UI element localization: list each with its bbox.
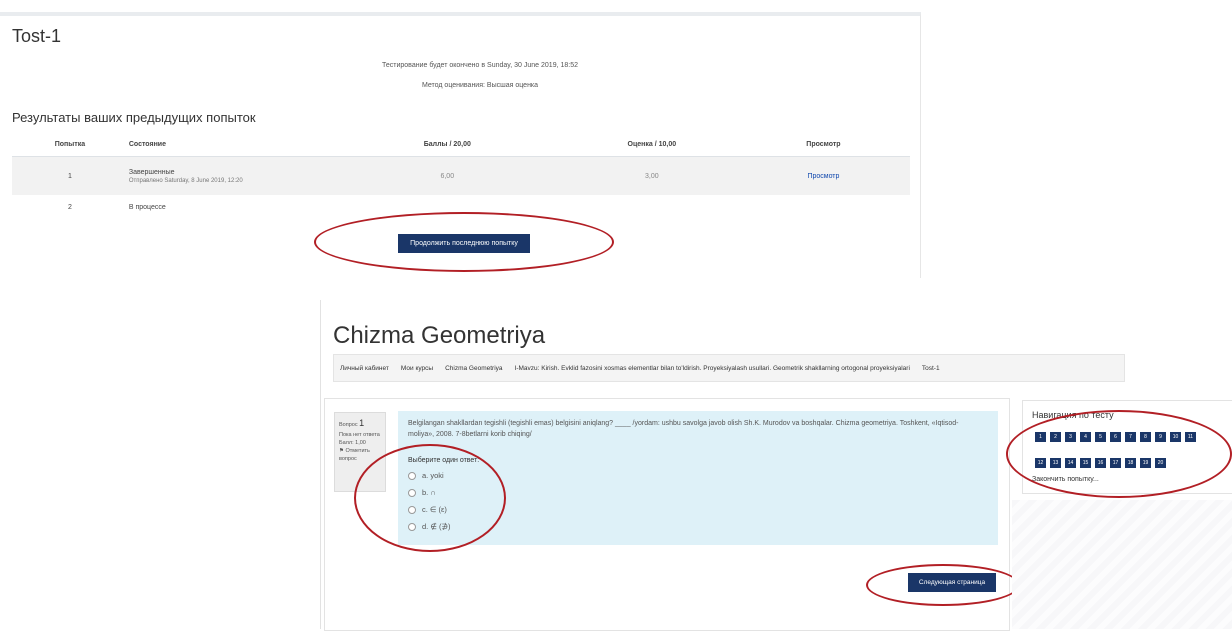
column-header-review: Просмотр <box>736 132 910 157</box>
column-header-grade: Оценка / 10,00 <box>566 132 737 157</box>
question-mark: Балл: 1,00 <box>339 439 366 446</box>
quiz-title: Tost-1 <box>12 26 62 46</box>
attempt-marks: 6,00 <box>327 156 567 195</box>
attempt-grade: 3,00 <box>566 156 737 195</box>
breadcrumb-dashboard[interactable]: Личный кабинет <box>334 365 395 372</box>
highlight-oval-continue <box>314 212 614 272</box>
course-title: Chizma Geometriya <box>333 322 546 349</box>
decorative-pattern <box>1012 500 1232 629</box>
attempt-state: Завершенные <box>128 168 175 176</box>
attempt-number: 1 <box>12 156 128 195</box>
highlight-oval-options <box>354 444 506 552</box>
question-text: Belgilangan shakllardan tegishli (tegish… <box>408 420 959 439</box>
question-status: Пока нет ответа <box>339 431 380 438</box>
grading-method-note: Метод оценивания: Высшая оценка <box>421 82 539 89</box>
attempt-number: 2 <box>67 203 72 211</box>
attempt-state: В процессе <box>128 203 166 211</box>
breadcrumb-my-courses[interactable]: Мои курсы <box>395 365 439 372</box>
breadcrumb-quiz[interactable]: Tost-1 <box>916 365 946 372</box>
question-label: Вопрос <box>339 422 358 428</box>
column-header-state: Состояние <box>127 132 328 157</box>
column-header-marks: Баллы / 20,00 <box>327 132 567 157</box>
quiz-close-note: Тестирование будет окончено в Sunday, 30… <box>382 62 578 69</box>
breadcrumb: Личный кабинет Мои курсы Chizma Geometri… <box>333 354 1125 382</box>
table-row: 1 Завершенные Отправлено Saturday, 8 Jun… <box>12 156 910 195</box>
review-link[interactable]: Просмотр <box>736 156 910 195</box>
breadcrumb-course[interactable]: Chizma Geometriya <box>439 365 508 372</box>
flag-question-label: Отметить вопрос <box>339 448 370 463</box>
breadcrumb-topic[interactable]: I-Mavzu: Kirish. Evklid fazosini xosmas … <box>509 365 916 372</box>
attempts-heading: Результаты ваших предыдущих попыток <box>12 110 256 125</box>
column-header-attempt: Попытка <box>12 132 128 157</box>
flag-icon: ⚑ <box>339 448 344 454</box>
question-number: 1 <box>359 418 365 428</box>
attempts-table: Попытка Состояние Баллы / 20,00 Оценка /… <box>12 132 910 219</box>
highlight-oval-next <box>866 564 1020 606</box>
attempt-submitted-date: Отправлено Saturday, 8 June 2019, 12:20 <box>128 177 243 184</box>
highlight-oval-navigation <box>1006 410 1232 498</box>
